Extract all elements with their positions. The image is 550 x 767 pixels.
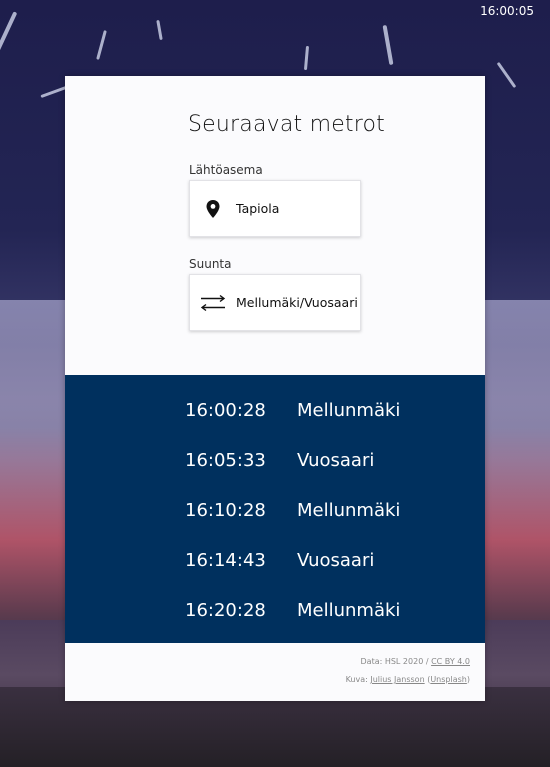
departure-destination: Mellunmäki — [297, 499, 401, 521]
origin-label: Lähtöasema — [189, 163, 263, 177]
departure-row: 16:20:28 Mellunmäki — [65, 585, 485, 635]
departures-list: 16:00:28 Mellunmäki 16:05:33 Vuosaari 16… — [65, 375, 485, 643]
departure-time: 16:00:28 — [185, 399, 266, 421]
departure-row: 16:00:28 Mellunmäki — [65, 385, 485, 435]
direction-selector[interactable]: Mellumäki/Vuosaari — [189, 274, 361, 331]
origin-station-value: Tapiola — [236, 201, 280, 216]
photographer-link[interactable]: Julius Jansson — [370, 675, 424, 684]
light-streak — [96, 30, 107, 60]
departure-time: 16:05:33 — [185, 449, 266, 471]
direction-label: Suunta — [189, 257, 232, 271]
departure-time: 16:14:43 — [185, 549, 266, 571]
departure-destination: Vuosaari — [297, 549, 375, 571]
photo-credit-text: Kuva: — [345, 675, 371, 684]
light-streak — [0, 11, 18, 54]
departure-destination: Mellunmäki — [297, 399, 401, 421]
data-credit: Data: HSL 2020 / CC BY 4.0 — [361, 657, 471, 666]
data-credit-text: Data: HSL 2020 / — [360, 657, 432, 666]
photo-credit: Kuva: Julius Jansson (Unsplash) — [346, 675, 470, 684]
paren-close: ) — [466, 675, 470, 684]
origin-station-selector[interactable]: Tapiola — [189, 180, 361, 237]
departure-time: 16:10:28 — [185, 499, 266, 521]
swap-arrows-icon — [190, 294, 236, 312]
light-streak — [303, 45, 310, 71]
unsplash-link[interactable]: Unsplash — [430, 675, 467, 684]
departure-row: 16:14:43 Vuosaari — [65, 535, 485, 585]
clock: 16:00:05 — [480, 4, 534, 18]
light-streak — [382, 24, 394, 66]
light-streak — [496, 61, 517, 89]
departure-row: 16:05:33 Vuosaari — [65, 435, 485, 485]
license-link[interactable]: CC BY 4.0 — [431, 657, 470, 666]
credits-footer: Data: HSL 2020 / CC BY 4.0 Kuva: Julius … — [65, 643, 485, 701]
departures-card: Seuraavat metrot Lähtöasema Tapiola Suun… — [65, 76, 485, 701]
page-title: Seuraavat metrot — [188, 112, 386, 137]
light-streak — [156, 19, 163, 41]
departure-destination: Vuosaari — [297, 449, 375, 471]
location-pin-icon — [190, 199, 236, 218]
direction-value: Mellumäki/Vuosaari — [236, 295, 358, 310]
departure-destination: Mellunmäki — [297, 599, 401, 621]
settings-panel: Seuraavat metrot Lähtöasema Tapiola Suun… — [65, 76, 485, 375]
departure-time: 16:20:28 — [185, 599, 266, 621]
departure-row: 16:10:28 Mellunmäki — [65, 485, 485, 535]
